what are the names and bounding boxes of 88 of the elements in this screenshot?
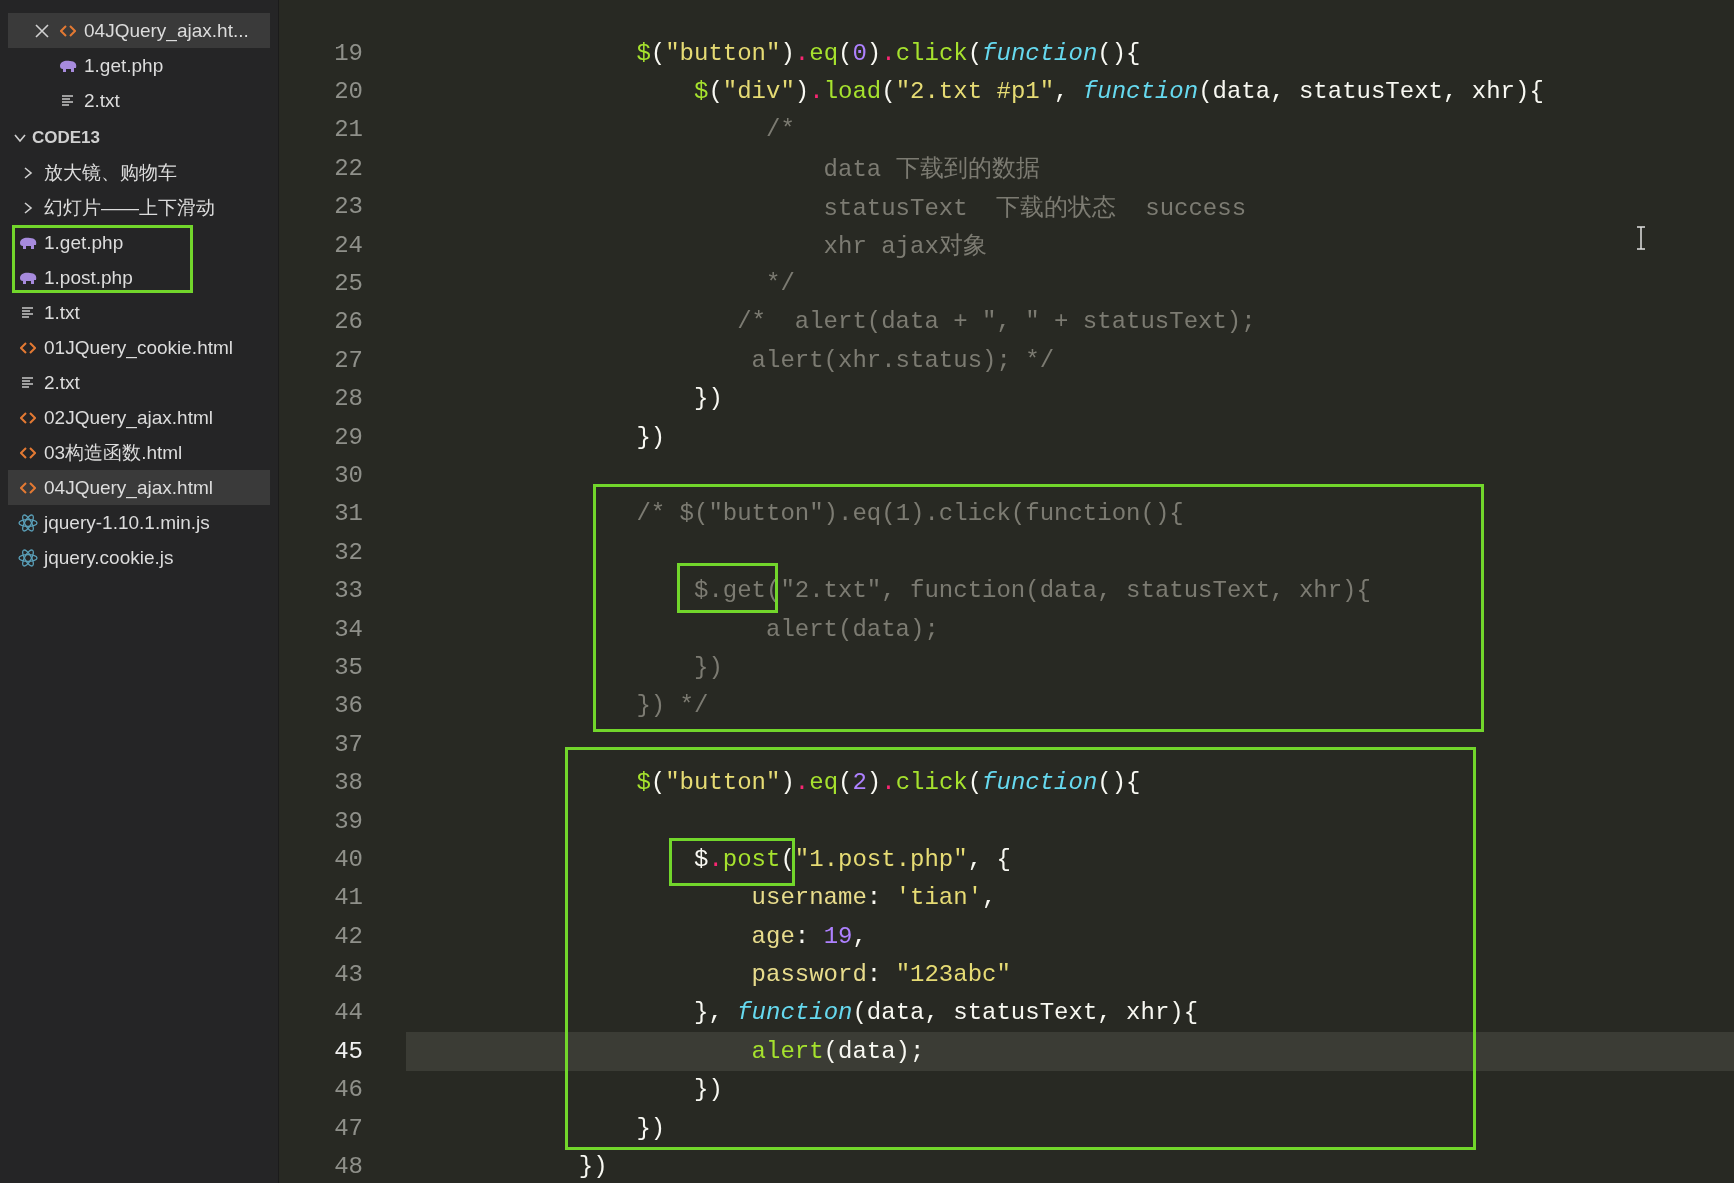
line-number: 23 [333, 193, 363, 221]
code-line: alert(data); [766, 615, 939, 643]
code-file-icon [20, 410, 36, 425]
code-line: alert(xhr.status); */ [751, 346, 1055, 374]
code-line: }) [694, 1076, 723, 1104]
text-file-icon [21, 305, 35, 320]
line-number: 38 [333, 769, 363, 797]
elephant-icon [18, 235, 38, 250]
open-editor-item[interactable]: 1.get.php [8, 48, 270, 83]
elephant-icon [18, 270, 38, 285]
line-number: 26 [333, 308, 363, 336]
code-line: statusText 下载的状态 success [823, 193, 1247, 223]
code-line: alert(data); [751, 1037, 925, 1065]
line-number: 29 [333, 423, 363, 451]
file-item[interactable]: 2.txt [8, 365, 270, 400]
code-line: $.post("1.post.php", { [694, 845, 1011, 873]
line-number: 42 [333, 922, 363, 950]
line-number: 37 [333, 730, 363, 758]
code-line: data 下载到的数据 [823, 155, 1040, 185]
file-item[interactable]: 01JQuery_cookie.html [8, 330, 270, 365]
elephant-icon [58, 58, 78, 73]
open-editor-item[interactable]: 2.txt [8, 83, 270, 118]
code-line: }) [636, 423, 666, 451]
section-header[interactable]: CODE13 [0, 120, 278, 155]
text-cursor-icon [1636, 226, 1646, 250]
code-file-icon [60, 23, 76, 38]
line-number: 41 [333, 884, 363, 912]
line-number: 43 [333, 961, 363, 989]
line-number: 35 [333, 653, 363, 681]
atom-icon [18, 513, 38, 532]
code-file-icon [20, 445, 36, 460]
code-line: }) [694, 385, 723, 413]
code-file-icon [20, 480, 36, 495]
line-number: 36 [333, 692, 363, 720]
line-number: 25 [333, 270, 363, 298]
text-file-icon [21, 375, 35, 390]
line-number: 31 [333, 500, 363, 528]
line-number: 47 [333, 1114, 363, 1142]
code-file-icon [20, 340, 36, 355]
file-item[interactable]: 04JQuery_ajax.html [8, 470, 270, 505]
line-number: 34 [333, 615, 363, 643]
code-line: /* $("button").eq(1).click(function(){ [636, 500, 1184, 528]
line-number: 46 [333, 1076, 363, 1104]
line-number: 48 [333, 1153, 363, 1180]
line-number: 30 [333, 462, 363, 489]
file-item[interactable]: 1.get.php [8, 225, 270, 260]
code-line: }) [694, 653, 723, 681]
line-number: 24 [333, 231, 363, 259]
line-number: 20 [333, 78, 363, 106]
line-number: 44 [333, 999, 363, 1027]
folder-item[interactable]: 放大镜、购物车 [8, 155, 270, 190]
line-number: 32 [333, 538, 363, 566]
code-line: age: 19, [751, 922, 867, 950]
line-number: 45 [333, 1037, 363, 1065]
folder-item[interactable]: 幻灯片——上下滑动 [8, 190, 270, 225]
line-number: 40 [333, 845, 363, 873]
code-line: xhr ajax对象 [823, 232, 987, 262]
chevron-icon[interactable] [22, 166, 34, 179]
line-number: 21 [333, 116, 363, 144]
line-number: 28 [333, 385, 363, 413]
code-line: username: 'tian', [751, 884, 997, 912]
code-line: $("button").eq(0).click(function(){ [636, 39, 1141, 67]
file-item[interactable]: jquery-1.10.1.min.js [8, 505, 270, 540]
file-item[interactable]: 1.txt [8, 295, 270, 330]
file-item[interactable]: 1.post.php [8, 260, 270, 295]
line-number: 27 [333, 346, 363, 374]
atom-icon [18, 548, 38, 567]
line-number: 39 [333, 807, 363, 835]
open-editor-item[interactable]: 04JQuery_ajax.ht... [8, 13, 270, 48]
code-line: */ [766, 270, 795, 298]
code-line: /* alert(data + ", " + statusText); [737, 308, 1256, 336]
code-line: $("div").load("2.txt #p1", function(data, statusText, xhr){ [694, 78, 1544, 106]
line-number: 22 [333, 154, 363, 182]
code-line: }, function(data, statusText, xhr){ [694, 999, 1199, 1027]
code-line: /* [766, 116, 795, 144]
code-line: }) [578, 1153, 608, 1180]
code-line: $("button").eq(2).click(function(){ [636, 769, 1141, 797]
code-line: }) [636, 1114, 666, 1142]
line-number: 19 [333, 39, 363, 67]
file-item[interactable]: jquery.cookie.js [8, 540, 270, 575]
line-number: 33 [333, 577, 363, 605]
close-icon[interactable] [35, 23, 49, 38]
code-line: password: "123abc" [751, 961, 1011, 989]
text-file-icon [61, 93, 75, 108]
file-item[interactable]: 03构造函数.html [8, 435, 270, 470]
code-line: }) */ [636, 692, 709, 720]
file-item[interactable]: 02JQuery_ajax.html [8, 400, 270, 435]
chevron-icon[interactable] [22, 201, 34, 214]
